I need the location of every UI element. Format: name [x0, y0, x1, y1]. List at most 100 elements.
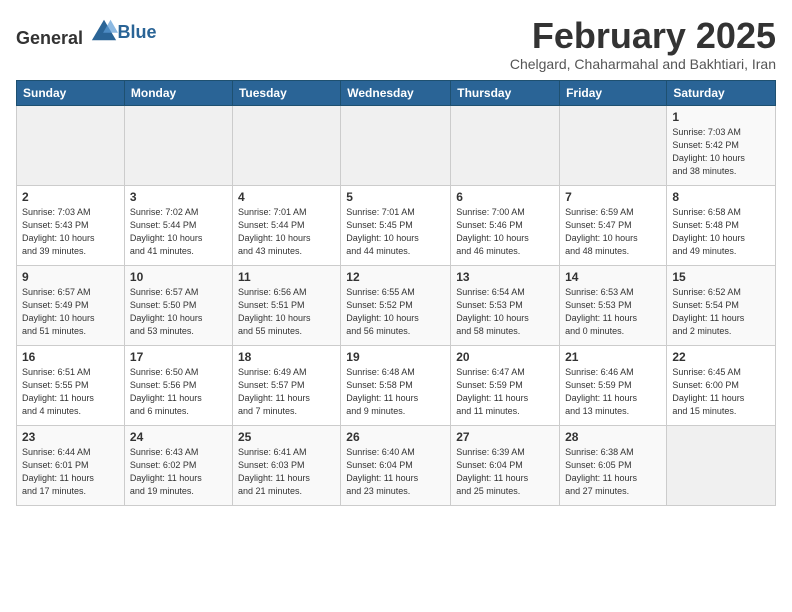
calendar-day-cell: 8 Sunrise: 6:58 AM Sunset: 5:48 PM Daylig…	[667, 185, 776, 265]
calendar-day-cell: 20 Sunrise: 6:47 AM Sunset: 5:59 PM Dayli…	[451, 345, 560, 425]
calendar-week-row: 16Sunrise: 6:51 AM Sunset: 5:55 PM Dayli…	[17, 345, 776, 425]
calendar-day-cell: 1 Sunrise: 7:03 AM Sunset: 5:42 PM Daylig…	[667, 105, 776, 185]
weekday-header-cell: Thursday	[451, 80, 560, 105]
day-number: 20	[456, 350, 554, 364]
day-number: 5	[346, 190, 445, 204]
day-info: Sunrise: 6:44 AM Sunset: 6:01 PM Dayligh…	[22, 446, 119, 498]
calendar-week-row: 2Sunrise: 7:03 AM Sunset: 5:43 PM Daylig…	[17, 185, 776, 265]
calendar-day-cell: 21 Sunrise: 6:46 AM Sunset: 5:59 PM Dayli…	[560, 345, 667, 425]
calendar-day-cell: 10 Sunrise: 6:57 AM Sunset: 5:50 PM Dayli…	[124, 265, 232, 345]
day-number: 19	[346, 350, 445, 364]
calendar-day-cell	[451, 105, 560, 185]
calendar-week-row: 23 Sunrise: 6:44 AM Sunset: 6:01 PM Dayli…	[17, 425, 776, 505]
day-info: Sunrise: 6:51 AM Sunset: 5:55 PM Dayligh…	[22, 366, 119, 418]
day-info: Sunrise: 6:50 AM Sunset: 5:56 PM Dayligh…	[130, 366, 227, 418]
calendar-day-cell: 14Sunrise: 6:53 AM Sunset: 5:53 PM Dayli…	[560, 265, 667, 345]
calendar-day-cell: 18 Sunrise: 6:49 AM Sunset: 5:57 PM Dayli…	[232, 345, 340, 425]
calendar-day-cell: 3Sunrise: 7:02 AM Sunset: 5:44 PM Daylig…	[124, 185, 232, 265]
calendar-day-cell	[232, 105, 340, 185]
day-number: 1	[672, 110, 770, 124]
calendar-day-cell: 4 Sunrise: 7:01 AM Sunset: 5:44 PM Daylig…	[232, 185, 340, 265]
day-number: 17	[130, 350, 227, 364]
calendar-day-cell: 2Sunrise: 7:03 AM Sunset: 5:43 PM Daylig…	[17, 185, 125, 265]
day-info: Sunrise: 6:52 AM Sunset: 5:54 PM Dayligh…	[672, 286, 770, 338]
calendar-day-cell: 26Sunrise: 6:40 AM Sunset: 6:04 PM Dayli…	[341, 425, 451, 505]
day-number: 12	[346, 270, 445, 284]
calendar-day-cell: 23 Sunrise: 6:44 AM Sunset: 6:01 PM Dayli…	[17, 425, 125, 505]
calendar-day-cell	[667, 425, 776, 505]
day-info: Sunrise: 6:43 AM Sunset: 6:02 PM Dayligh…	[130, 446, 227, 498]
day-info: Sunrise: 6:49 AM Sunset: 5:57 PM Dayligh…	[238, 366, 335, 418]
weekday-header-cell: Monday	[124, 80, 232, 105]
day-number: 3	[130, 190, 227, 204]
logo-blue: Blue	[118, 22, 157, 42]
calendar-day-cell	[17, 105, 125, 185]
day-info: Sunrise: 7:03 AM Sunset: 5:42 PM Dayligh…	[672, 126, 770, 178]
page-header: General Blue February 2025 Chelgard, Cha…	[16, 16, 776, 72]
title-block: February 2025 Chelgard, Chaharmahal and …	[510, 16, 776, 72]
calendar-day-cell: 15 Sunrise: 6:52 AM Sunset: 5:54 PM Dayli…	[667, 265, 776, 345]
weekday-header-cell: Wednesday	[341, 80, 451, 105]
day-info: Sunrise: 6:56 AM Sunset: 5:51 PM Dayligh…	[238, 286, 335, 338]
calendar-day-cell: 27 Sunrise: 6:39 AM Sunset: 6:04 PM Dayli…	[451, 425, 560, 505]
day-info: Sunrise: 6:58 AM Sunset: 5:48 PM Dayligh…	[672, 206, 770, 258]
calendar-day-cell: 24 Sunrise: 6:43 AM Sunset: 6:02 PM Dayli…	[124, 425, 232, 505]
weekday-header-cell: Tuesday	[232, 80, 340, 105]
day-number: 28	[565, 430, 661, 444]
day-number: 14	[565, 270, 661, 284]
calendar-day-cell: 5 Sunrise: 7:01 AM Sunset: 5:45 PM Daylig…	[341, 185, 451, 265]
day-number: 27	[456, 430, 554, 444]
calendar-day-cell	[560, 105, 667, 185]
day-info: Sunrise: 6:48 AM Sunset: 5:58 PM Dayligh…	[346, 366, 445, 418]
day-number: 23	[22, 430, 119, 444]
calendar-day-cell: 9 Sunrise: 6:57 AM Sunset: 5:49 PM Daylig…	[17, 265, 125, 345]
day-info: Sunrise: 7:00 AM Sunset: 5:46 PM Dayligh…	[456, 206, 554, 258]
day-info: Sunrise: 7:01 AM Sunset: 5:45 PM Dayligh…	[346, 206, 445, 258]
day-number: 8	[672, 190, 770, 204]
calendar-day-cell: 13Sunrise: 6:54 AM Sunset: 5:53 PM Dayli…	[451, 265, 560, 345]
day-number: 18	[238, 350, 335, 364]
calendar-day-cell: 12 Sunrise: 6:55 AM Sunset: 5:52 PM Dayli…	[341, 265, 451, 345]
day-number: 21	[565, 350, 661, 364]
weekday-header-row: SundayMondayTuesdayWednesdayThursdayFrid…	[17, 80, 776, 105]
day-info: Sunrise: 6:55 AM Sunset: 5:52 PM Dayligh…	[346, 286, 445, 338]
day-info: Sunrise: 6:57 AM Sunset: 5:49 PM Dayligh…	[22, 286, 119, 338]
day-info: Sunrise: 6:57 AM Sunset: 5:50 PM Dayligh…	[130, 286, 227, 338]
weekday-header-cell: Sunday	[17, 80, 125, 105]
day-info: Sunrise: 6:41 AM Sunset: 6:03 PM Dayligh…	[238, 446, 335, 498]
calendar-day-cell	[341, 105, 451, 185]
day-info: Sunrise: 6:40 AM Sunset: 6:04 PM Dayligh…	[346, 446, 445, 498]
day-info: Sunrise: 7:01 AM Sunset: 5:44 PM Dayligh…	[238, 206, 335, 258]
logo: General Blue	[16, 16, 157, 49]
calendar-day-cell: 25 Sunrise: 6:41 AM Sunset: 6:03 PM Dayli…	[232, 425, 340, 505]
day-number: 25	[238, 430, 335, 444]
logo-icon	[90, 16, 118, 44]
day-number: 13	[456, 270, 554, 284]
day-info: Sunrise: 6:47 AM Sunset: 5:59 PM Dayligh…	[456, 366, 554, 418]
day-number: 4	[238, 190, 335, 204]
calendar-body: 1 Sunrise: 7:03 AM Sunset: 5:42 PM Daylig…	[17, 105, 776, 505]
day-number: 6	[456, 190, 554, 204]
day-info: Sunrise: 6:38 AM Sunset: 6:05 PM Dayligh…	[565, 446, 661, 498]
calendar-week-row: 9 Sunrise: 6:57 AM Sunset: 5:49 PM Daylig…	[17, 265, 776, 345]
day-number: 10	[130, 270, 227, 284]
day-number: 15	[672, 270, 770, 284]
calendar-day-cell: 17 Sunrise: 6:50 AM Sunset: 5:56 PM Dayli…	[124, 345, 232, 425]
calendar-day-cell: 7Sunrise: 6:59 AM Sunset: 5:47 PM Daylig…	[560, 185, 667, 265]
day-info: Sunrise: 6:46 AM Sunset: 5:59 PM Dayligh…	[565, 366, 661, 418]
calendar-day-cell: 6 Sunrise: 7:00 AM Sunset: 5:46 PM Daylig…	[451, 185, 560, 265]
month-title: February 2025	[510, 16, 776, 56]
day-number: 2	[22, 190, 119, 204]
calendar-week-row: 1 Sunrise: 7:03 AM Sunset: 5:42 PM Daylig…	[17, 105, 776, 185]
day-number: 7	[565, 190, 661, 204]
day-info: Sunrise: 6:39 AM Sunset: 6:04 PM Dayligh…	[456, 446, 554, 498]
day-info: Sunrise: 6:45 AM Sunset: 6:00 PM Dayligh…	[672, 366, 770, 418]
day-number: 24	[130, 430, 227, 444]
weekday-header-cell: Friday	[560, 80, 667, 105]
calendar-day-cell	[124, 105, 232, 185]
calendar-day-cell: 16Sunrise: 6:51 AM Sunset: 5:55 PM Dayli…	[17, 345, 125, 425]
day-number: 9	[22, 270, 119, 284]
location-subtitle: Chelgard, Chaharmahal and Bakhtiari, Ira…	[510, 56, 776, 72]
calendar-day-cell: 28 Sunrise: 6:38 AM Sunset: 6:05 PM Dayli…	[560, 425, 667, 505]
calendar-day-cell: 11Sunrise: 6:56 AM Sunset: 5:51 PM Dayli…	[232, 265, 340, 345]
